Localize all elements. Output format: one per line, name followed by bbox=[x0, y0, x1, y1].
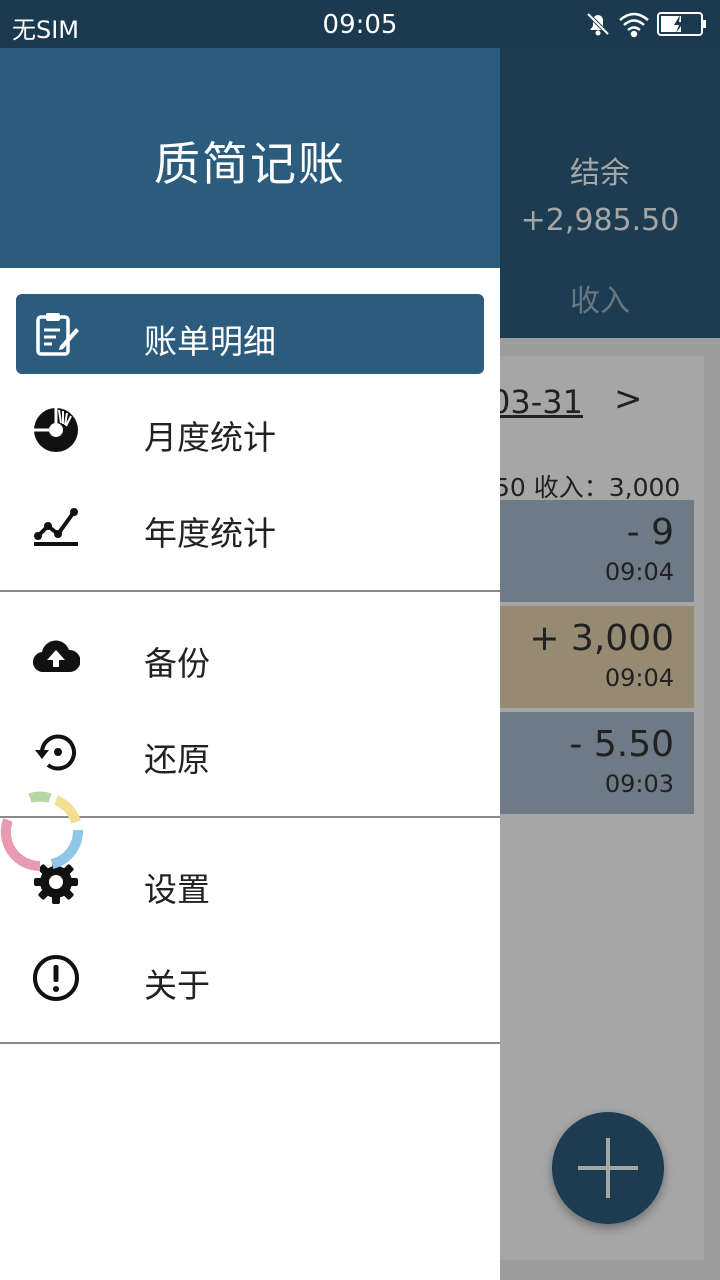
menu-item-monthly-stats[interactable]: 月度统计 bbox=[16, 390, 484, 470]
menu-item-bill-details[interactable]: 账单明细 bbox=[16, 294, 484, 374]
menu-divider bbox=[0, 1042, 500, 1044]
status-bar: 无SIM 09:05 bbox=[0, 0, 720, 48]
cloud-upload-icon bbox=[33, 640, 80, 673]
menu-item-label: 年度统计 bbox=[144, 514, 276, 553]
menu-item-label: 备份 bbox=[144, 644, 210, 683]
menu-item-label: 月度统计 bbox=[144, 418, 276, 457]
drawer-header: 质简记账 bbox=[0, 48, 500, 268]
menu-item-label: 还原 bbox=[144, 740, 210, 779]
navigation-drawer: 质简记账 账单明细 月度统计 年度统计 备份 还原 设置 关于 bbox=[0, 48, 500, 1280]
menu-item-restore[interactable]: 还原 bbox=[16, 712, 484, 792]
restore-icon bbox=[35, 734, 76, 771]
app-title: 质简记账 bbox=[154, 137, 346, 191]
pie-chart-icon bbox=[34, 408, 78, 452]
line-chart-icon bbox=[34, 508, 78, 546]
info-exclamation-icon bbox=[33, 955, 79, 1001]
menu-item-backup[interactable]: 备份 bbox=[16, 616, 484, 696]
floating-assist-button[interactable] bbox=[0, 790, 84, 874]
menu-item-yearly-stats[interactable]: 年度统计 bbox=[16, 486, 484, 566]
menu-divider bbox=[0, 590, 500, 592]
bell-off-icon bbox=[586, 12, 610, 36]
menu-item-settings[interactable]: 设置 bbox=[16, 842, 484, 922]
status-icons bbox=[586, 12, 706, 38]
menu-item-label: 账单明细 bbox=[144, 322, 276, 361]
wifi-icon bbox=[619, 12, 649, 38]
bill-clipboard-icon bbox=[36, 313, 79, 356]
menu-item-label: 设置 bbox=[144, 870, 210, 909]
battery-icon bbox=[657, 12, 706, 36]
menu-item-about[interactable]: 关于 bbox=[16, 938, 484, 1018]
menu-item-label: 关于 bbox=[144, 966, 210, 1005]
